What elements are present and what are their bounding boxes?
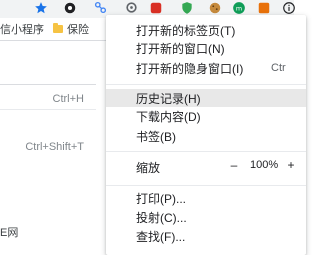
menu-item-incognito[interactable]: 打开新的隐身窗口(I) Ctr — [106, 59, 306, 77]
extension-badge-icon[interactable] — [149, 0, 163, 15]
zoom-in-button[interactable]: + — [284, 158, 298, 174]
extension-gear-icon[interactable] — [124, 0, 138, 15]
menu-item-print[interactable]: 打印(P)... — [106, 189, 306, 207]
zoom-row: 缩放 – 100% + — [106, 157, 306, 177]
extension-cookie-icon[interactable] — [207, 0, 222, 15]
zoom-value: 100% — [250, 159, 279, 171]
menu-item-label: 查找(F)... — [136, 229, 186, 244]
menu-item-new-window[interactable]: 打开新的窗口(N) — [106, 39, 306, 57]
menu-divider — [106, 151, 306, 152]
menu-item-label: 打开新的标签页(T) — [136, 23, 236, 38]
extension-info-icon[interactable] — [282, 0, 296, 15]
menu-item-label: 投射(C)... — [136, 210, 187, 225]
menu-item-shortcut: Ctr — [271, 62, 286, 74]
menu-item-downloads[interactable]: 下载内容(D) — [106, 107, 306, 125]
extension-square-icon[interactable] — [257, 0, 271, 15]
svg-text:m: m — [236, 4, 242, 12]
menu-item-cast[interactable]: 投射(C)... — [106, 208, 306, 226]
menu-item-find[interactable]: 查找(F)... — [106, 227, 306, 245]
bookmark-folder[interactable]: 保险 — [53, 21, 89, 37]
chrome-main-menu: 打开新的标签页(T) 打开新的窗口(N) 打开新的隐身窗口(I) Ctr 历史记… — [106, 15, 306, 255]
zoom-out-button[interactable]: – — [227, 158, 241, 174]
bookmark-label: 信小程序 — [0, 24, 44, 36]
folder-icon — [53, 23, 63, 33]
bookmark-star-icon[interactable] — [34, 0, 48, 15]
extension-m-icon[interactable]: m — [232, 0, 246, 15]
divider — [0, 109, 96, 110]
extension-shield-icon[interactable] — [179, 0, 194, 15]
menu-divider — [106, 185, 306, 186]
menu-item-label: 打开新的窗口(N) — [136, 41, 225, 56]
menu-item-label: 打印(P)... — [136, 191, 186, 206]
menu-item-label: 下载内容(D) — [136, 109, 201, 124]
menu-item-label: 打开新的隐身窗口(I) — [136, 61, 244, 76]
extension-settings-icon[interactable] — [62, 0, 78, 15]
menu-item-label: 书签(B) — [136, 129, 176, 144]
bookmark-item[interactable]: 信小程序 — [0, 21, 44, 37]
reopen-tab-shortcut-text: Ctrl+Shift+T — [25, 141, 84, 153]
zoom-label: 缩放 — [136, 161, 161, 175]
bookmark-label: 保险 — [67, 24, 89, 36]
extension-link-icon[interactable] — [93, 0, 107, 15]
menu-item-label: 历史记录(H) — [136, 91, 201, 106]
menu-item-new-tab[interactable]: 打开新的标签页(T) — [106, 21, 306, 39]
background-text: E网 — [0, 227, 19, 239]
menu-item-history[interactable]: 历史记录(H) — [106, 89, 306, 107]
history-shortcut-text: Ctrl+H — [52, 93, 84, 105]
menu-item-bookmarks[interactable]: 书签(B) — [106, 127, 306, 145]
menu-divider — [106, 84, 306, 85]
